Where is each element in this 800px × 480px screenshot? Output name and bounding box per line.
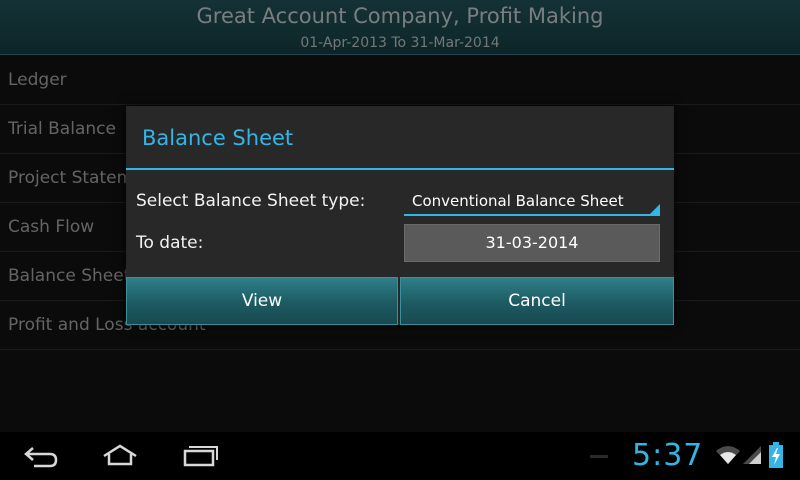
signal-icon [743, 446, 761, 464]
view-button[interactable]: View [126, 277, 398, 325]
dialog-title: Balance Sheet [142, 126, 294, 150]
home-icon[interactable] [100, 442, 140, 470]
recent-apps-icon[interactable] [180, 442, 220, 470]
dropdown-corner-icon [650, 204, 660, 214]
battery-charging-icon [769, 442, 783, 468]
balance-sheet-dialog: Balance Sheet Select Balance Sheet type:… [126, 106, 674, 325]
clock[interactable]: 5:37 [632, 438, 703, 473]
wifi-icon [716, 446, 740, 464]
to-date-label: To date: [136, 233, 204, 253]
dialog-header: Balance Sheet [126, 106, 674, 170]
back-icon[interactable] [20, 442, 60, 470]
balance-sheet-type-label: Select Balance Sheet type: [136, 191, 366, 211]
cancel-button[interactable]: Cancel [400, 277, 674, 325]
notification-placeholder [590, 455, 608, 458]
balance-sheet-type-dropdown[interactable]: Conventional Balance Sheet [404, 184, 660, 216]
balance-sheet-type-value: Conventional Balance Sheet [412, 192, 624, 210]
status-area: 5:37 [570, 432, 800, 480]
app-screen: Great Account Company, Profit Making 01-… [0, 0, 800, 432]
to-date-field[interactable]: 31-03-2014 [404, 224, 660, 262]
